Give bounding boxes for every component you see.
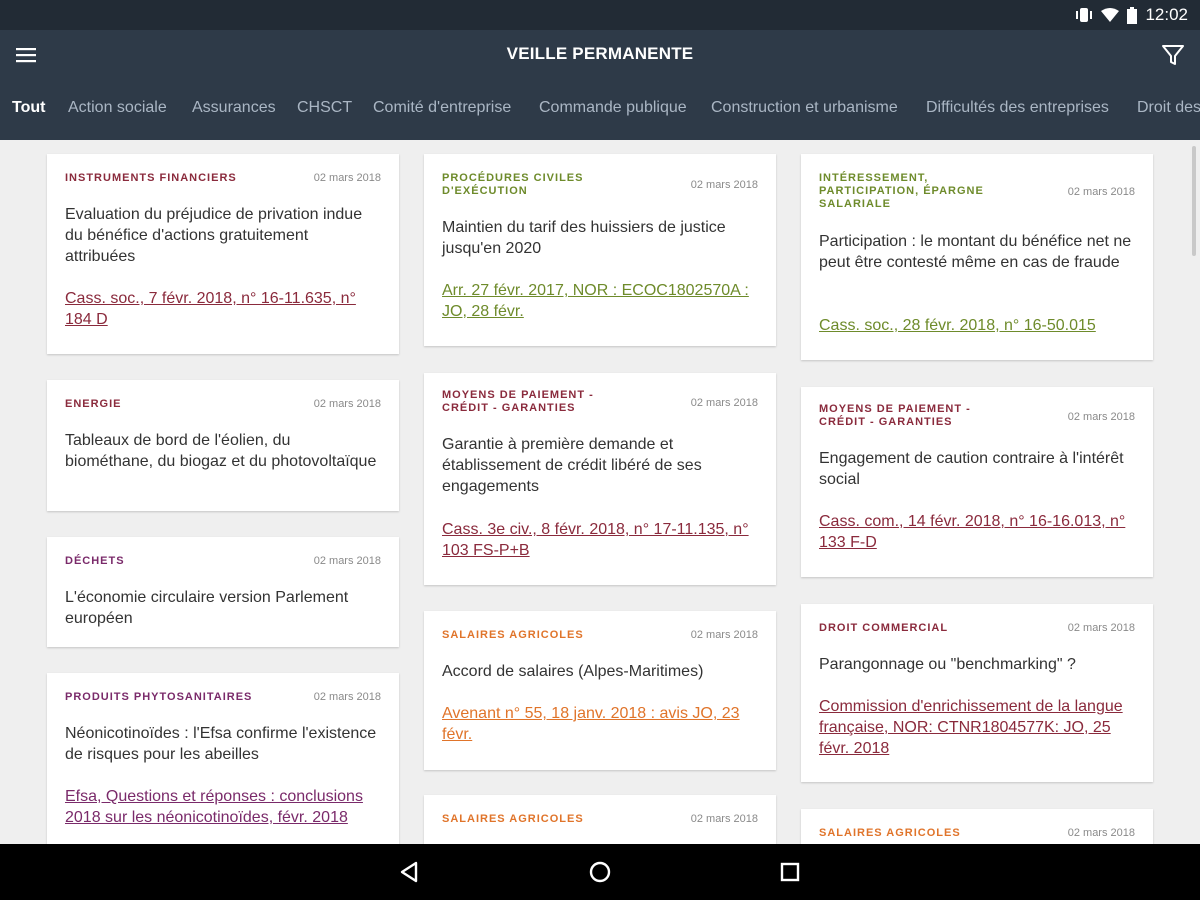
news-card[interactable]: Salaires agricoles 02 mars 2018 <box>801 809 1153 844</box>
card-title: Tableaux de bord de l'éolien, du biométh… <box>65 432 377 470</box>
card-title: Engagement de caution contraire à l'inté… <box>819 450 1124 488</box>
card-category: Procédures civiles d'exécution <box>442 172 584 197</box>
card-category: Intéressement, participation, épargne sa… <box>819 172 984 210</box>
news-card[interactable]: Droit commercial 02 mars 2018 Parangonna… <box>801 604 1153 782</box>
card-title: L'économie circulaire version Parlement … <box>65 589 349 627</box>
card-date: 02 mars 2018 <box>690 629 758 641</box>
category-tabs: Tout Action sociale Assurances CHSCT Com… <box>0 80 1200 140</box>
card-reference-link[interactable]: Cass. soc., 28 févr. 2018, n° 16-50.015 <box>819 315 1135 336</box>
tab-action-sociale[interactable]: Action sociale <box>68 99 167 117</box>
card-category: Energie <box>65 398 122 410</box>
card-reference-link[interactable]: Avenant n° 55, 18 janv. 2018 : avis JO, … <box>442 703 758 745</box>
tab-commande-publique[interactable]: Commande publique <box>539 99 687 117</box>
news-card[interactable]: Salaires agricoles 02 mars 2018 Accord d… <box>424 611 776 770</box>
card-category: Déchets <box>65 555 125 567</box>
card-category: Moyens de paiement - Crédit - Garanties <box>819 403 971 428</box>
filter-icon[interactable] <box>1160 42 1186 68</box>
card-reference-link[interactable]: Commission d'enrichissement de la langue… <box>819 696 1135 759</box>
tab-construction-urbanisme[interactable]: Construction et urbanisme <box>711 99 898 117</box>
card-title: Evaluation du préjudice de privation ind… <box>65 206 363 265</box>
home-icon[interactable] <box>586 858 614 886</box>
card-title: Participation : le montant du bénéfice n… <box>819 233 1132 271</box>
card-date: 02 mars 2018 <box>690 397 758 409</box>
card-date: 02 mars 2018 <box>1067 622 1135 634</box>
card-title: Accord de salaires (Alpes-Maritimes) <box>442 663 704 680</box>
card-date: 02 mars 2018 <box>1067 827 1135 839</box>
scrollbar[interactable] <box>1192 146 1196 256</box>
back-icon[interactable] <box>396 858 424 886</box>
card-title: Parangonnage ou "benchmarking" ? <box>819 656 1076 673</box>
page-title: VEILLE PERMANENTE <box>506 44 694 63</box>
tab-comite-entreprise[interactable]: Comité d'entreprise <box>373 99 511 117</box>
tab-difficultes-entreprises[interactable]: Difficultés des entreprises <box>926 99 1109 117</box>
news-card[interactable]: Déchets 02 mars 2018 L'économie circulai… <box>47 537 399 647</box>
card-category: Instruments financiers <box>65 172 237 184</box>
wifi-icon <box>1101 7 1120 23</box>
news-card[interactable]: Energie 02 mars 2018 Tableaux de bord de… <box>47 380 399 511</box>
card-category: Moyens de paiement - Crédit - Garanties <box>442 389 594 414</box>
clock-time: 12:02 <box>1145 5 1188 24</box>
card-title: Néonicotinoïdes : l'Efsa confirme l'exis… <box>65 725 377 763</box>
system-nav-bar <box>0 844 1200 900</box>
card-date: 02 mars 2018 <box>690 813 758 825</box>
card-reference-link[interactable]: Cass. soc., 7 févr. 2018, n° 16-11.635, … <box>65 288 381 330</box>
card-date: 02 mars 2018 <box>313 172 381 184</box>
card-category: Salaires agricoles <box>819 827 961 839</box>
status-icons: 12:02 <box>1075 5 1188 25</box>
tab-chsct[interactable]: CHSCT <box>297 99 352 117</box>
news-feed: Instruments financiers 02 mars 2018 Eval… <box>0 140 1200 844</box>
card-title: Garantie à première demande et établisse… <box>442 436 702 495</box>
card-category: Salaires agricoles <box>442 629 584 641</box>
card-date: 02 mars 2018 <box>1067 186 1135 198</box>
status-bar: 12:02 <box>0 0 1200 30</box>
card-title: Maintien du tarif des huissiers de justi… <box>442 219 726 257</box>
card-reference-link[interactable]: Efsa, Questions et réponses : conclusion… <box>65 786 381 828</box>
vibrate-icon <box>1075 7 1093 23</box>
news-card[interactable]: Moyens de paiement - Crédit - Garanties … <box>801 387 1153 577</box>
card-date: 02 mars 2018 <box>690 179 758 191</box>
card-reference-link[interactable]: Cass. 3e civ., 8 févr. 2018, n° 17-11.13… <box>442 519 758 561</box>
news-card[interactable]: Moyens de paiement - Crédit - Garanties … <box>424 373 776 585</box>
card-reference-link[interactable]: Arr. 27 févr. 2017, NOR : ECOC1802570A :… <box>442 280 758 322</box>
news-card[interactable]: Procédures civiles d'exécution 02 mars 2… <box>424 154 776 346</box>
card-date: 02 mars 2018 <box>1067 411 1135 423</box>
card-date: 02 mars 2018 <box>313 555 381 567</box>
app-bar: VEILLE PERMANENTE <box>0 30 1200 80</box>
news-card[interactable]: Salaires agricoles 02 mars 2018 <box>424 795 776 844</box>
news-card[interactable]: Produits phytosanitaires 02 mars 2018 Né… <box>47 673 399 844</box>
tab-assurances[interactable]: Assurances <box>192 99 276 117</box>
news-card[interactable]: Instruments financiers 02 mars 2018 Eval… <box>47 154 399 354</box>
news-card[interactable]: Intéressement, participation, épargne sa… <box>801 154 1153 360</box>
tab-droit-des[interactable]: Droit des <box>1137 99 1200 117</box>
tab-tout[interactable]: Tout <box>12 99 45 117</box>
battery-icon <box>1127 6 1138 24</box>
card-reference-link[interactable]: Cass. com., 14 févr. 2018, n° 16-16.013,… <box>819 511 1135 553</box>
card-category: Droit commercial <box>819 622 949 634</box>
card-date: 02 mars 2018 <box>313 398 381 410</box>
card-category: Produits phytosanitaires <box>65 691 253 703</box>
recents-icon[interactable] <box>776 858 804 886</box>
card-date: 02 mars 2018 <box>313 691 381 703</box>
card-category: Salaires agricoles <box>442 813 584 825</box>
